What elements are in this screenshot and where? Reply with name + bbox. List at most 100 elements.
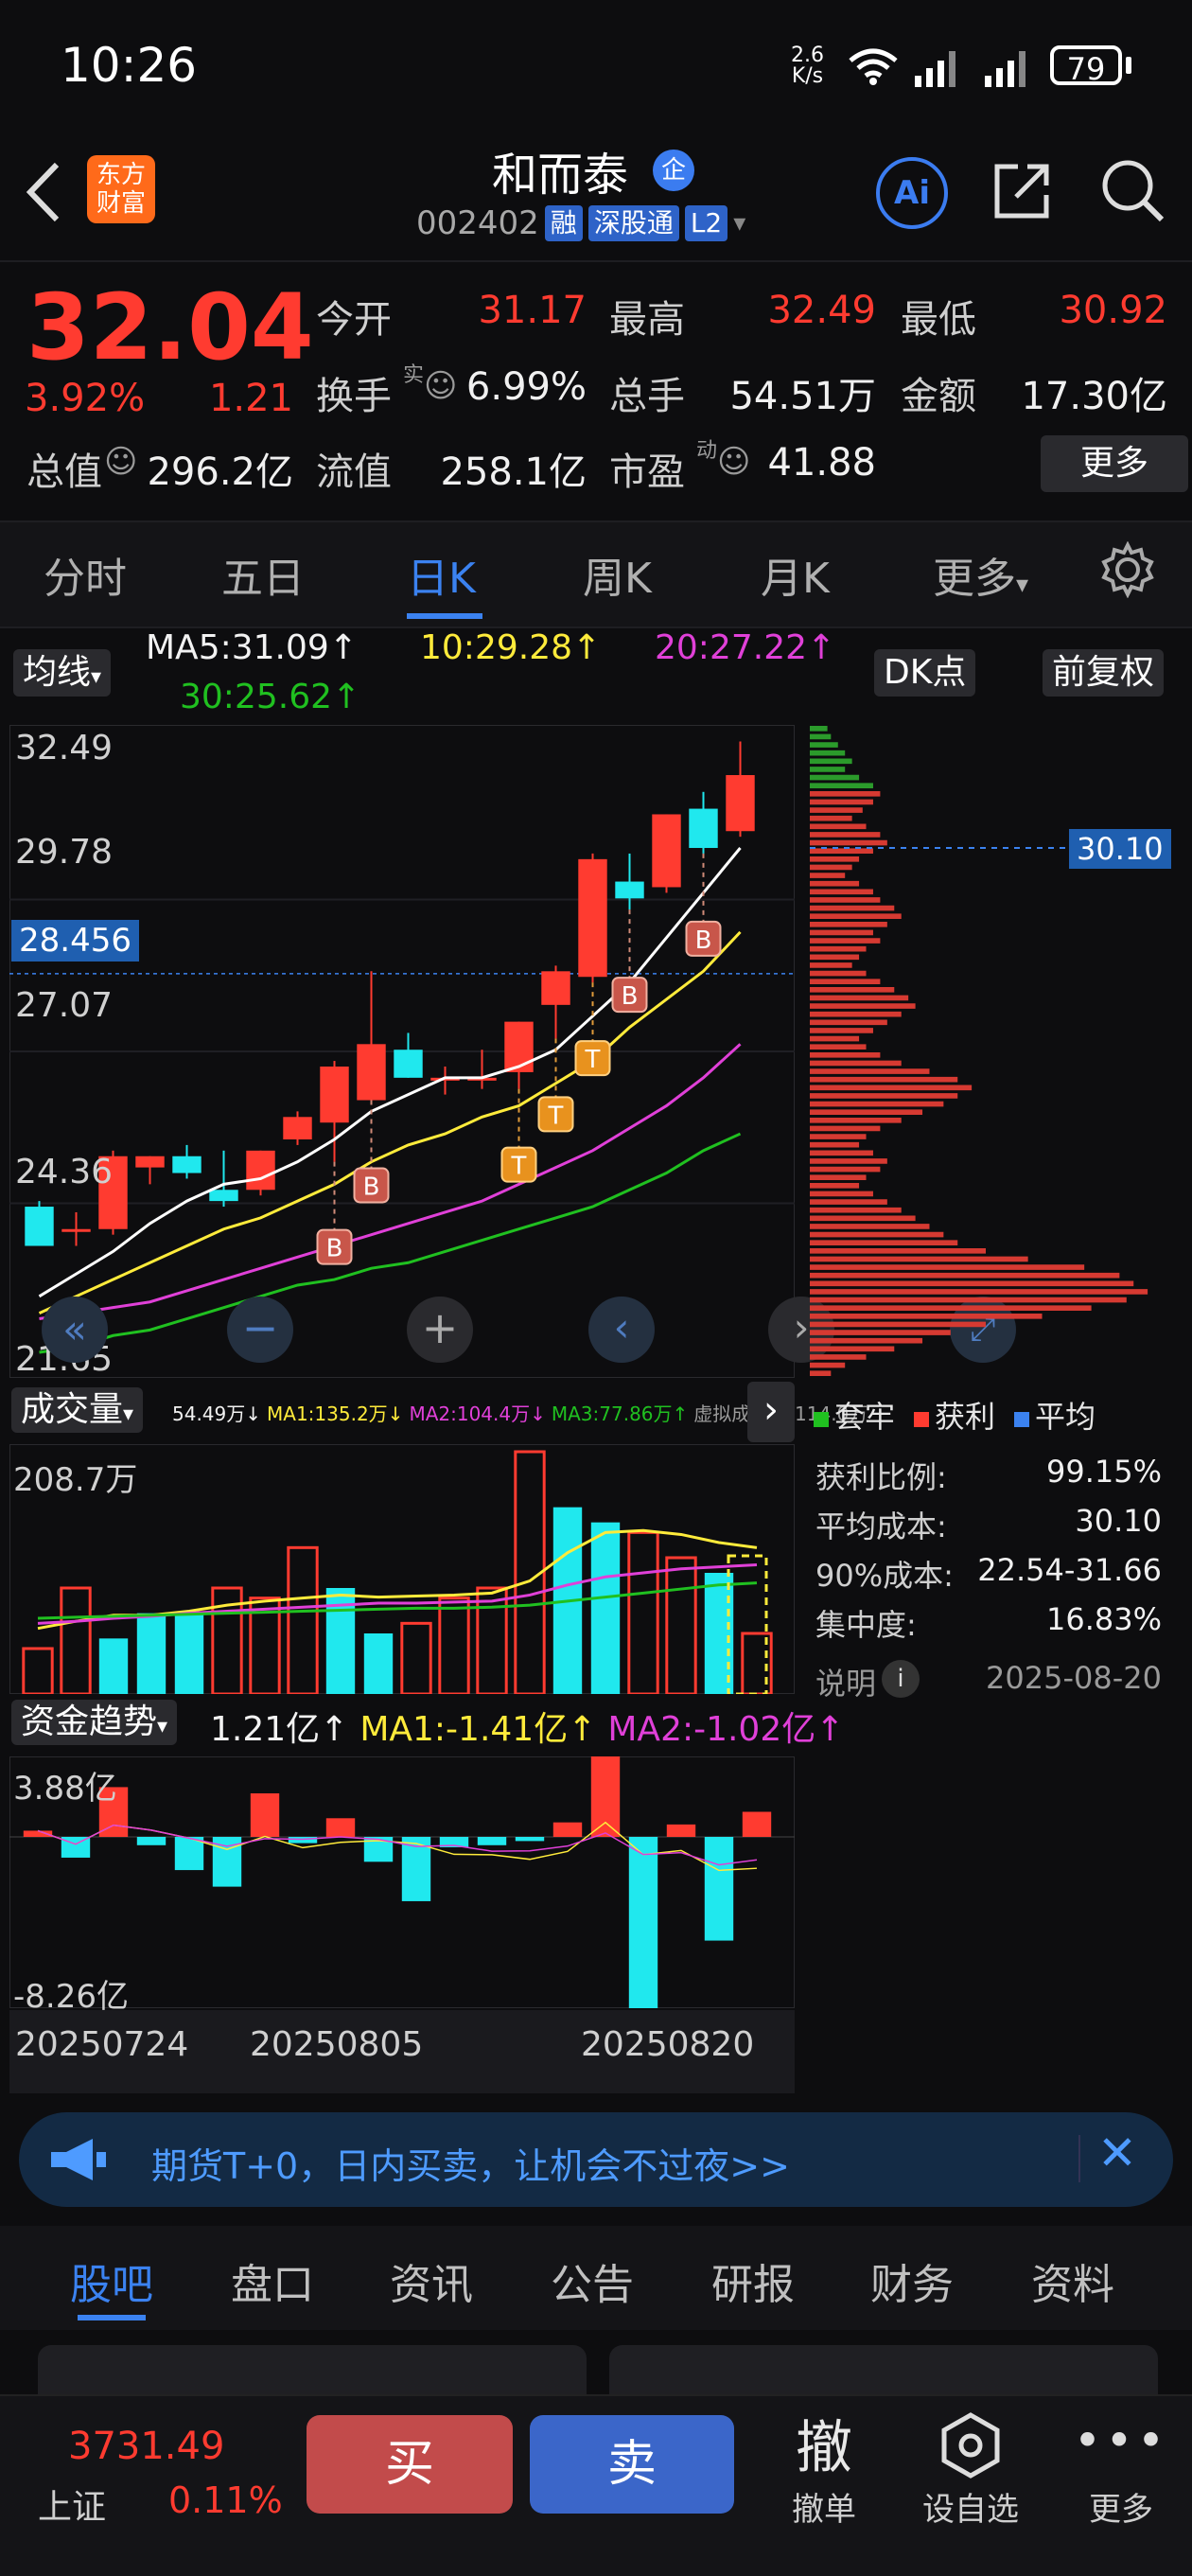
chip-bar <box>810 1035 860 1042</box>
change-percent: 3.92% <box>25 377 146 420</box>
forward-adjust-button[interactable]: 前复权 <box>1043 649 1165 697</box>
kline-chart[interactable]: BBTTTBB <box>9 725 795 1378</box>
tab-research[interactable]: 研报 <box>711 2250 795 2311</box>
index-percent: 0.11% <box>168 2479 283 2521</box>
tab-order-book[interactable]: 盘口 <box>231 2250 314 2311</box>
chip-bar <box>810 1174 867 1180</box>
indicator-selector[interactable]: 均线▾ <box>13 649 112 697</box>
x-tick-3: 20250820 <box>581 2025 755 2064</box>
tab-profile[interactable]: 资料 <box>1031 2250 1114 2311</box>
total-value: 296.2亿 <box>147 450 293 494</box>
cost-90-label: 90%成本: <box>815 1558 954 1594</box>
chip-bar <box>810 1337 923 1344</box>
stock-name: 和而泰 <box>492 149 629 202</box>
info-icon[interactable]: ☺ <box>104 443 137 481</box>
ad-text: 期货T+0，日内买卖，让机会不过夜>> <box>151 2145 790 2187</box>
chip-bar <box>810 1346 895 1352</box>
more-dots-icon[interactable]: ••• <box>1069 2413 1173 2468</box>
chip-bar <box>810 979 881 984</box>
tab-finance[interactable]: 财务 <box>870 2250 954 2311</box>
tab-monthly-k[interactable]: 月K <box>761 544 830 605</box>
chip-bar <box>810 1125 881 1132</box>
popularity-card[interactable] <box>38 2345 587 2394</box>
back-arrow-icon[interactable] <box>23 161 64 223</box>
tab-five-day[interactable]: 五日 <box>221 544 305 605</box>
candle <box>726 775 755 832</box>
ai-assistant-button[interactable]: Ai <box>876 157 948 229</box>
withdraw-label[interactable]: 撤单 <box>753 2483 895 2530</box>
info-icon[interactable]: ☺ <box>717 443 750 481</box>
tab-daily-k[interactable]: 日K <box>407 544 476 605</box>
chip-bar <box>810 1101 944 1107</box>
avg-cost-label: 平均成本: <box>815 1509 947 1544</box>
volume-bar <box>174 1613 204 1694</box>
chip-bar <box>810 1264 1085 1270</box>
stock-code: 002402 <box>416 204 539 242</box>
volume-indicator-selector[interactable]: 成交量▾ <box>11 1387 144 1433</box>
add-watchlist-label[interactable]: 设自选 <box>899 2483 1043 2530</box>
legend-average: 平均 <box>1014 1393 1096 1437</box>
more-quote-button[interactable]: 更多 <box>1041 435 1188 492</box>
dk-point-button[interactable]: DK点 <box>874 649 976 697</box>
long-short-card[interactable] <box>609 2345 1158 2394</box>
avg-cost-value: 30.10 <box>1075 1503 1162 1539</box>
stock-code-line[interactable]: 002402 融 深股通 L2 ▾ <box>416 204 745 242</box>
tag-connect: 深股通 <box>587 205 679 241</box>
futures-ad-banner[interactable]: 期货T+0，日内买卖，让机会不过夜>> ✕ <box>19 2112 1173 2207</box>
zoom-in-icon[interactable]: + <box>407 1297 473 1363</box>
volume-bar <box>98 1638 129 1694</box>
more-label[interactable]: 更多 <box>1069 2483 1173 2530</box>
open-value: 31.17 <box>478 289 587 332</box>
chip-bar <box>810 1068 930 1074</box>
battery-icon: 79 <box>1050 45 1122 87</box>
chip-bar <box>810 970 867 977</box>
turnover-sup: 实 <box>403 363 425 387</box>
note-label[interactable]: 说明 <box>815 1660 876 1703</box>
chip-bar <box>810 1191 873 1197</box>
pe-label: 市盈 <box>609 450 685 494</box>
info-circle-icon[interactable]: i <box>882 1660 920 1698</box>
chip-bar <box>810 880 860 887</box>
caret-down-icon: ▾ <box>1016 571 1029 599</box>
chip-bar <box>810 848 873 854</box>
scroll-left-icon[interactable]: ‹ <box>588 1297 655 1363</box>
chip-bar <box>810 1076 958 1083</box>
share-icon[interactable] <box>990 157 1056 223</box>
tab-forum[interactable]: 股吧 <box>70 2250 153 2311</box>
chip-bar <box>810 1289 1148 1295</box>
settings-gear-icon[interactable] <box>1099 541 1156 598</box>
volume-y-top: 208.7万 <box>13 1461 138 1499</box>
chip-bar <box>810 750 846 756</box>
tab-more[interactable]: 更多▾ <box>933 544 1028 605</box>
chip-bar <box>810 1297 1127 1303</box>
zoom-out-icon[interactable]: − <box>227 1297 293 1363</box>
scroll-left-fast-icon[interactable]: « <box>42 1297 108 1363</box>
y-tick-3: 27.07 <box>15 986 114 1025</box>
chip-bar <box>810 1248 986 1254</box>
y-tick-1: 32.49 <box>15 729 114 768</box>
close-icon[interactable]: ✕ <box>1097 2126 1137 2180</box>
search-icon[interactable] <box>1097 155 1167 225</box>
caret-down-icon: ▾ <box>123 1403 134 1426</box>
enterprise-badge: 企 <box>653 150 694 191</box>
avg-cost-tag: 30.10 <box>1069 829 1171 869</box>
tab-weekly-k[interactable]: 周K <box>583 544 652 605</box>
chip-bar <box>810 1019 887 1026</box>
chip-bar <box>810 1231 944 1238</box>
buy-button[interactable]: 买 <box>307 2415 513 2514</box>
fund-legend: 1.21亿↑ MA1:-1.41亿↑ MA2:-1.02亿↑ <box>210 1710 845 1749</box>
fund-trend-selector[interactable]: 资金趋势▾ <box>11 1700 178 1745</box>
tab-intraday[interactable]: 分时 <box>44 544 127 605</box>
total-value-label: 总值 <box>26 450 102 494</box>
tab-announcements[interactable]: 公告 <box>551 2250 634 2311</box>
tab-news[interactable]: 资讯 <box>390 2250 473 2311</box>
sell-button[interactable]: 卖 <box>530 2415 734 2514</box>
withdraw-icon[interactable]: 撤 <box>753 2402 895 2484</box>
expand-arrow-icon[interactable]: › <box>747 1382 795 1442</box>
add-watchlist-icon[interactable] <box>937 2411 1005 2479</box>
candle <box>615 881 644 899</box>
chip-bar <box>810 1134 867 1139</box>
volume-bar <box>590 1522 621 1694</box>
candle <box>283 1117 312 1139</box>
index-value[interactable]: 3731.49 <box>68 2425 224 2468</box>
